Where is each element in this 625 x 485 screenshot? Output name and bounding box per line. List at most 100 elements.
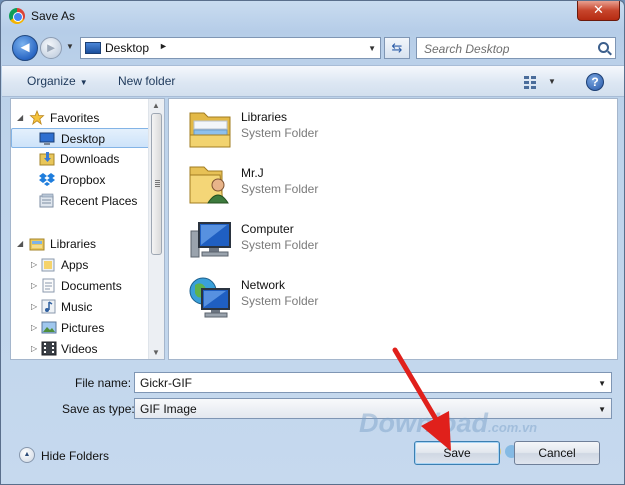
file-list-pane: Libraries System Folder Mr.J System Fold… bbox=[168, 98, 618, 360]
expand-triangle-icon[interactable]: ▷ bbox=[31, 281, 37, 290]
sidebar-item-label: Dropbox bbox=[60, 173, 106, 187]
file-name-label: File name: bbox=[75, 376, 132, 390]
window-title: Save As bbox=[31, 9, 76, 23]
organize-button[interactable]: Organize ▼ bbox=[27, 74, 88, 88]
save-type-label: Save as type: bbox=[62, 402, 135, 416]
collapse-arrow-icon: ▲ bbox=[19, 447, 35, 463]
new-folder-button[interactable]: New folder bbox=[118, 74, 175, 88]
sidebar-item-desktop[interactable]: Desktop bbox=[11, 128, 150, 148]
chrome-app-icon bbox=[9, 8, 25, 24]
sidebar-item-recent-places[interactable]: Recent Places bbox=[11, 191, 150, 211]
save-type-dropdown-icon[interactable]: ▼ bbox=[598, 405, 606, 414]
recent-locations-dropdown[interactable]: ▼ bbox=[65, 42, 75, 52]
user-folder-icon bbox=[189, 166, 229, 204]
forward-button[interactable]: ► bbox=[40, 37, 62, 59]
address-bar[interactable]: Desktop ► ▼ bbox=[80, 37, 381, 59]
file-name-input[interactable]: Gickr-GIF ▼ bbox=[134, 372, 612, 393]
libraries-icon bbox=[29, 238, 45, 251]
collapse-triangle-icon[interactable]: ◢ bbox=[17, 239, 23, 248]
help-icon[interactable]: ? bbox=[586, 73, 604, 91]
breadcrumb-chevron-icon[interactable]: ► bbox=[159, 41, 168, 51]
hide-folders-label: Hide Folders bbox=[41, 449, 110, 463]
sidebar-item-pictures[interactable]: ▷ Pictures bbox=[11, 318, 150, 338]
sidebar-item-downloads[interactable]: Downloads bbox=[11, 149, 150, 169]
sidebar-item-label: Recent Places bbox=[60, 194, 138, 208]
search-input[interactable]: Search Desktop bbox=[416, 37, 616, 59]
libraries-icon bbox=[189, 112, 231, 148]
scroll-up-icon[interactable]: ▲ bbox=[152, 101, 160, 110]
organize-label: Organize bbox=[27, 74, 76, 88]
sidebar-item-label: Music bbox=[61, 300, 93, 314]
documents-icon bbox=[42, 278, 55, 293]
nav-group-libraries[interactable]: ◢ Libraries bbox=[17, 234, 147, 254]
sidebar-item-apps[interactable]: ▷ Apps bbox=[11, 255, 150, 275]
desktop-icon bbox=[39, 132, 55, 145]
view-options-dropdown[interactable]: ▼ bbox=[548, 77, 556, 86]
title-bar: Save As ✕ bbox=[1, 1, 624, 31]
videos-icon bbox=[41, 341, 57, 356]
file-item-libraries[interactable]: Libraries System Folder bbox=[187, 105, 397, 157]
nav-pane-scrollbar[interactable]: ▲ ▼ bbox=[148, 99, 164, 359]
sidebar-item-dropbox[interactable]: Dropbox bbox=[11, 170, 150, 190]
desktop-location-icon bbox=[85, 42, 101, 54]
sidebar-item-label: Downloads bbox=[60, 152, 120, 166]
sidebar-item-label: Desktop bbox=[61, 132, 106, 146]
back-arrow-icon: ◄ bbox=[17, 39, 33, 56]
sidebar-item-label: Documents bbox=[61, 279, 122, 293]
breadcrumb-desktop[interactable]: Desktop bbox=[105, 41, 149, 55]
file-item-type: System Folder bbox=[241, 294, 319, 308]
music-icon bbox=[41, 299, 56, 314]
network-icon bbox=[189, 277, 230, 318]
file-name-dropdown-icon[interactable]: ▼ bbox=[598, 379, 606, 388]
scroll-down-icon[interactable]: ▼ bbox=[152, 348, 160, 357]
pictures-icon bbox=[41, 321, 57, 334]
save-type-value: GIF Image bbox=[140, 402, 197, 416]
save-button[interactable]: Save bbox=[414, 441, 500, 465]
command-toolbar: Organize ▼ New folder ▼ ? bbox=[2, 65, 624, 97]
dropbox-icon bbox=[39, 173, 55, 186]
file-item-type: System Folder bbox=[241, 182, 319, 196]
watermark-suffix: .com.vn bbox=[488, 420, 538, 435]
file-item-mrj[interactable]: Mr.J System Folder bbox=[187, 161, 397, 213]
back-button[interactable]: ◄ bbox=[12, 35, 38, 61]
file-name-value: Gickr-GIF bbox=[140, 376, 192, 390]
file-item-type: System Folder bbox=[241, 238, 319, 252]
forward-arrow-icon: ► bbox=[44, 40, 58, 55]
scroll-thumb[interactable] bbox=[151, 113, 162, 255]
file-item-name: Mr.J bbox=[241, 166, 264, 180]
file-item-name: Libraries bbox=[241, 110, 288, 124]
watermark-text: Download bbox=[359, 408, 488, 438]
folder-icon bbox=[41, 258, 55, 272]
expand-triangle-icon[interactable]: ▷ bbox=[31, 323, 37, 332]
change-view-icon[interactable] bbox=[524, 75, 538, 89]
file-item-network[interactable]: Network System Folder bbox=[187, 273, 397, 325]
address-dropdown-icon[interactable]: ▼ bbox=[368, 44, 376, 53]
watermark: Download.com.vn bbox=[359, 408, 537, 439]
computer-icon bbox=[190, 222, 231, 258]
sidebar-item-label: Apps bbox=[61, 258, 89, 272]
file-item-computer[interactable]: Computer System Folder bbox=[187, 217, 397, 269]
search-icon[interactable] bbox=[598, 42, 609, 53]
close-button[interactable]: ✕ bbox=[577, 1, 620, 21]
sidebar-item-videos[interactable]: ▷ Videos bbox=[11, 339, 150, 359]
nav-group-favorites[interactable]: ◢ Favorites bbox=[17, 108, 147, 128]
nav-group-label: Favorites bbox=[50, 111, 100, 125]
file-item-name: Network bbox=[241, 278, 286, 292]
sidebar-item-label: Videos bbox=[61, 342, 98, 356]
refresh-button[interactable]: ⇆ bbox=[384, 37, 410, 59]
file-item-type: System Folder bbox=[241, 126, 319, 140]
cancel-button[interactable]: Cancel bbox=[514, 441, 600, 465]
save-as-dialog: Save As ✕ ◄ ► ▼ Desktop ► ▼ ⇆ Search Des… bbox=[0, 0, 625, 485]
sidebar-item-documents[interactable]: ▷ Documents bbox=[11, 276, 150, 296]
sidebar-item-label: Pictures bbox=[61, 321, 105, 335]
star-icon bbox=[29, 110, 45, 125]
collapse-triangle-icon[interactable]: ◢ bbox=[17, 113, 23, 122]
sidebar-item-music[interactable]: ▷ Music bbox=[11, 297, 150, 317]
file-item-name: Computer bbox=[241, 222, 294, 236]
refresh-icon: ⇆ bbox=[391, 40, 403, 55]
expand-triangle-icon[interactable]: ▷ bbox=[31, 302, 37, 311]
expand-triangle-icon[interactable]: ▷ bbox=[31, 260, 37, 269]
recent-places-icon bbox=[39, 193, 54, 208]
nav-group-label: Libraries bbox=[50, 237, 97, 251]
expand-triangle-icon[interactable]: ▷ bbox=[31, 344, 37, 353]
